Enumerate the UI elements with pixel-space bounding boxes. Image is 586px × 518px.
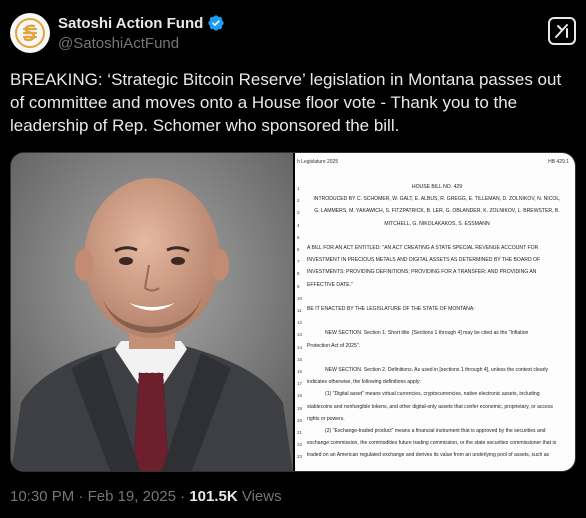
tweet-media[interactable]: h Legislature 2025 HB 429.1 1 2 3 4 5 6 7 8 9 10 1… xyxy=(10,152,576,472)
document-line-number: 20 xyxy=(297,417,303,423)
verified-badge-icon[interactable] xyxy=(207,14,225,32)
document-line: stablecoins and nonfungible tokens, and … xyxy=(307,403,553,410)
document-line: HOUSE BILL NO. 429 xyxy=(411,184,463,190)
document-line: exchange commission, the commodities fut… xyxy=(307,440,557,447)
document-line-number: 2 xyxy=(297,198,300,204)
document-line-number: 10 xyxy=(297,295,303,301)
document-line: (2) "Exchange-traded product" means a fi… xyxy=(325,428,546,435)
document-line: A BILL FOR AN ACT ENTITLED: "AN ACT CREA… xyxy=(307,245,539,252)
document-line-number: 19 xyxy=(297,405,303,411)
document-line-number: 23 xyxy=(297,454,303,460)
document-line-number: 16 xyxy=(297,369,303,375)
document-line-number: 4 xyxy=(297,222,300,228)
document-line: EFFECTIVE DATE." xyxy=(307,281,353,288)
document-line: (1) "Digital asset" means virtual curren… xyxy=(325,391,540,398)
tweet-date[interactable]: Feb 19, 2025 xyxy=(88,488,176,505)
grok-icon xyxy=(555,24,568,38)
document-line-number: 11 xyxy=(297,308,302,314)
document-line-number: 15 xyxy=(297,356,303,362)
document-line-number: 5 xyxy=(297,234,300,240)
tweet-time[interactable]: 10:30 PM xyxy=(10,488,74,505)
grok-button[interactable] xyxy=(548,17,576,45)
document-line: rights or powers. xyxy=(307,415,345,422)
document-line: Protection Act of 2025". xyxy=(307,342,361,349)
meta-separator: · xyxy=(175,488,190,505)
tweet-text: BREAKING: ‘Strategic Bitcoin Reserve’ le… xyxy=(10,70,562,135)
document-line xyxy=(307,291,567,303)
document-line-number: 3 xyxy=(297,210,300,216)
document-line-number: 14 xyxy=(297,344,303,350)
document-line-number: 1 xyxy=(297,186,300,191)
document-line-number: 8 xyxy=(297,271,300,277)
document-line-number: 9 xyxy=(297,283,300,289)
author-names: Satoshi Action Fund @SatoshiActFund xyxy=(58,13,225,52)
document-line: INVESTMENT IN PRECIOUS METALS AND DIGITA… xyxy=(307,257,541,264)
avatar[interactable] xyxy=(10,13,50,53)
views-label: Views xyxy=(237,488,282,505)
document-line-number: 18 xyxy=(297,393,303,399)
tweet-meta: 10:30 PM · Feb 19, 2025 · 101.5K Views xyxy=(10,488,282,505)
document-line: NEW SECTION. Section 2. Definitions. As … xyxy=(325,367,549,374)
document-line: INVESTMENTS; PROVIDING DEFINITIONS; PROV… xyxy=(307,269,537,276)
document-line: MITCHELL, G. NIKOLAKAKOS, S. ESSMANN xyxy=(384,220,490,227)
document-line: BE IT ENACTED BY THE LEGISLATURE OF THE … xyxy=(307,306,475,313)
document-header-left: h Legislature 2025 xyxy=(297,159,339,165)
document-line: indicates otherwise, the following defin… xyxy=(307,379,421,386)
document-line: INTRODUCED BY C. SCHOMER, W. GALT, E. AL… xyxy=(313,196,561,203)
document-line: G. LAMMERS, M. YAKAWICH, S. FITZPATRICK,… xyxy=(314,208,560,215)
document-line: traded on an American regulated exchange… xyxy=(307,452,550,459)
author-handle[interactable]: @SatoshiActFund xyxy=(58,35,225,52)
document-header-right: HB 429.1 xyxy=(548,159,569,165)
satoshi-action-fund-logo-icon xyxy=(15,18,45,48)
document-line xyxy=(307,352,567,364)
document-line xyxy=(307,315,567,327)
document-line-numbers: 1 2 3 4 5 6 7 8 9 10 11 12 13 14 15 16 17 18 19 20 21 22 23 xyxy=(297,183,303,464)
document-line-number: 6 xyxy=(297,247,300,253)
document-line-number: 17 xyxy=(297,381,303,387)
meta-separator: · xyxy=(74,488,88,505)
document-line: NEW SECTION. Section 1. Short title. [Se… xyxy=(325,330,529,337)
document-line-number: 12 xyxy=(297,320,303,326)
views-count: 101.5K xyxy=(189,488,238,505)
author-display-name[interactable]: Satoshi Action Fund xyxy=(58,15,203,32)
document-line xyxy=(307,230,567,242)
portrait-image xyxy=(11,153,293,471)
document-line-number: 13 xyxy=(297,332,303,338)
document-line-number: 21 xyxy=(297,430,303,436)
tweet-header: Satoshi Action Fund @SatoshiActFund xyxy=(10,10,576,56)
document-body: HOUSE BILL NO. 429 INTRODUCED BY C. SCHOM… xyxy=(307,181,567,462)
document-line-number: 7 xyxy=(297,259,300,265)
portrait-photo[interactable] xyxy=(11,153,293,471)
bill-document-image[interactable]: h Legislature 2025 HB 429.1 1 2 3 4 5 6 7 8 9 10 1… xyxy=(293,153,575,471)
document-line-number: 22 xyxy=(297,442,303,448)
